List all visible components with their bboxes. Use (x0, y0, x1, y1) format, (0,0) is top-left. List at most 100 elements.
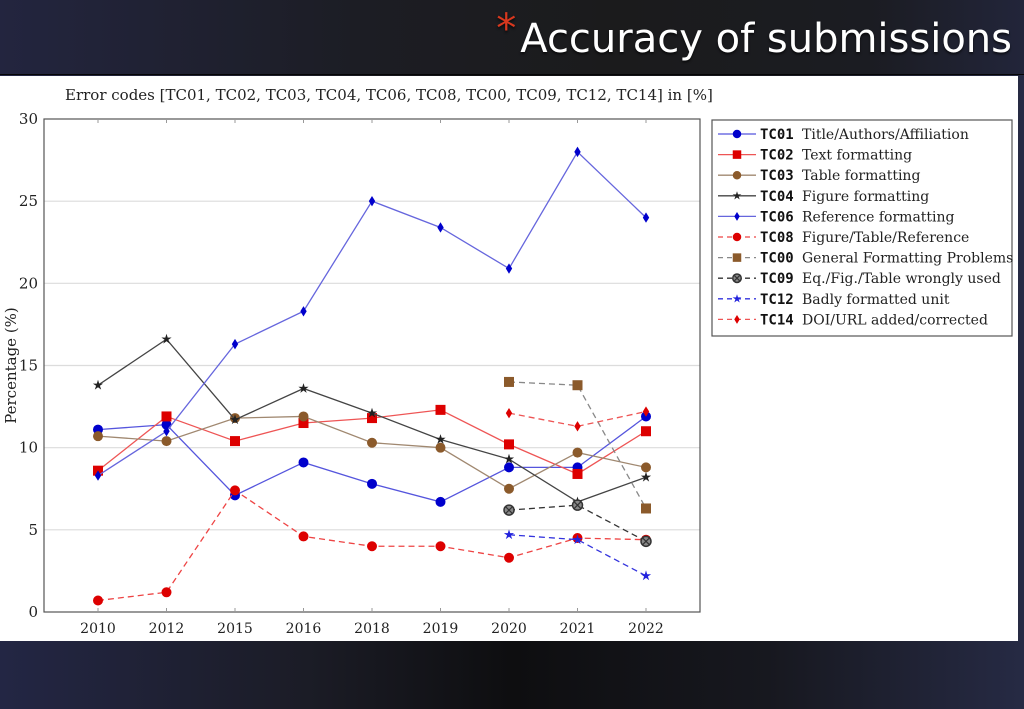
data-point (435, 541, 446, 552)
series-line (508, 381, 647, 509)
series-line (97, 415, 647, 490)
legend-entry-tc00: TC00 General Formatting Problems (718, 251, 1013, 267)
legend-marker (732, 232, 742, 242)
x-tick-label: 2010 (80, 621, 116, 637)
data-point (435, 442, 446, 453)
data-point (642, 212, 650, 223)
series-tc06 (94, 146, 650, 481)
y-tick-label: 0 (28, 603, 38, 621)
slide-title-bar: * Accuracy of submissions (0, 0, 1024, 75)
series-tc14 (505, 406, 650, 432)
data-point (230, 485, 240, 496)
legend-label: Eq./Fig./Table wrongly used (802, 271, 1001, 287)
data-point (571, 499, 584, 511)
legend-label: Figure/Table/Reference (802, 230, 969, 246)
legend-marker (732, 150, 742, 159)
legend-label: General Formatting Problems (802, 251, 1013, 267)
data-point (572, 380, 583, 391)
data-point (574, 421, 581, 432)
x-tick-label: 2015 (217, 621, 253, 637)
legend-marker (732, 253, 742, 262)
legend-marker (732, 273, 742, 284)
data-point (367, 478, 377, 489)
data-point (92, 379, 104, 390)
data-point (504, 552, 514, 563)
y-tick-label: 5 (28, 521, 38, 539)
data-point (641, 503, 651, 514)
chart-figure: Error codes [TC01, TC02, TC03, TC04, TC0… (0, 76, 1018, 641)
series-layer (92, 146, 652, 606)
line-chart: Error codes [TC01, TC02, TC03, TC04, TC0… (2, 86, 1013, 637)
chart-title: Error codes [TC01, TC02, TC03, TC04, TC0… (65, 86, 713, 104)
data-point (435, 404, 446, 415)
legend-code: TC14 (760, 312, 794, 328)
y-tick-label: 10 (19, 439, 38, 457)
legend-code: TC09 (760, 271, 794, 287)
legend-marker (732, 170, 742, 180)
legend-label: Title/Authors/Affiliation (802, 127, 969, 143)
slide-title: * Accuracy of submissions (496, 6, 1012, 62)
legend-label: DOI/URL added/corrected (802, 312, 988, 328)
data-point (504, 483, 514, 494)
legend-code: TC04 (760, 189, 794, 205)
x-tick-label: 2020 (491, 621, 527, 637)
x-tick-label: 2016 (286, 621, 322, 637)
legend-code: TC08 (760, 230, 794, 246)
data-point (572, 447, 583, 458)
data-point (230, 436, 240, 447)
legend-code: TC00 (760, 251, 794, 267)
x-tick-label: 2012 (149, 621, 185, 637)
x-tick-label: 2021 (560, 621, 596, 637)
data-point (504, 462, 514, 473)
data-point (435, 434, 446, 444)
legend-code: TC12 (760, 292, 794, 308)
y-tick-label: 15 (19, 357, 38, 375)
data-point (367, 437, 377, 448)
y-tick-label: 30 (19, 110, 38, 128)
legend-label: Table formatting (802, 168, 920, 184)
data-point (503, 529, 515, 540)
legend-label: Badly formatted unit (802, 292, 950, 308)
y-tick-label: 25 (19, 192, 38, 210)
data-point (640, 570, 652, 581)
data-point (367, 541, 377, 552)
data-point (93, 595, 103, 606)
y-tick-label: 20 (19, 274, 38, 292)
data-point (435, 496, 446, 507)
data-point (298, 531, 309, 542)
series-tc01 (93, 411, 651, 507)
data-point (640, 471, 652, 482)
y-axis-ticks: 0 5 10 15 20 25 30 (19, 110, 38, 621)
data-point (437, 222, 444, 233)
legend-code: TC03 (760, 168, 794, 184)
legend-label: Reference formatting (802, 209, 955, 225)
data-point (161, 587, 172, 598)
series-tc12 (503, 529, 652, 581)
data-point (504, 439, 514, 450)
legend-entry-tc09: TC09 Eq./Fig./Table wrongly used (718, 271, 1001, 287)
x-tick-label: 2019 (423, 621, 459, 637)
data-point (504, 376, 514, 387)
series-tc00 (504, 376, 651, 514)
data-point (161, 436, 172, 447)
data-point (641, 426, 651, 437)
legend: TC01 Title/Authors/Affiliation TC02 Text fo… (711, 119, 1013, 337)
legend-code: TC02 (760, 148, 794, 164)
data-point (298, 383, 309, 393)
data-point (161, 411, 172, 422)
data-point (505, 407, 513, 419)
legend-label: Text formatting (802, 148, 912, 164)
data-point (503, 504, 515, 516)
data-point (93, 431, 103, 442)
slide-title-text: Accuracy of submissions (520, 16, 1012, 62)
x-tick-label: 2022 (628, 621, 664, 637)
title-bullet-icon: * (496, 6, 517, 52)
x-tick-label: 2018 (354, 621, 390, 637)
legend-marker (732, 129, 742, 139)
legend-code: TC01 (760, 127, 794, 143)
data-point (640, 535, 652, 548)
data-point (572, 468, 583, 479)
data-point (298, 411, 309, 422)
legend-label: Figure formatting (802, 189, 929, 205)
data-point (641, 462, 651, 473)
